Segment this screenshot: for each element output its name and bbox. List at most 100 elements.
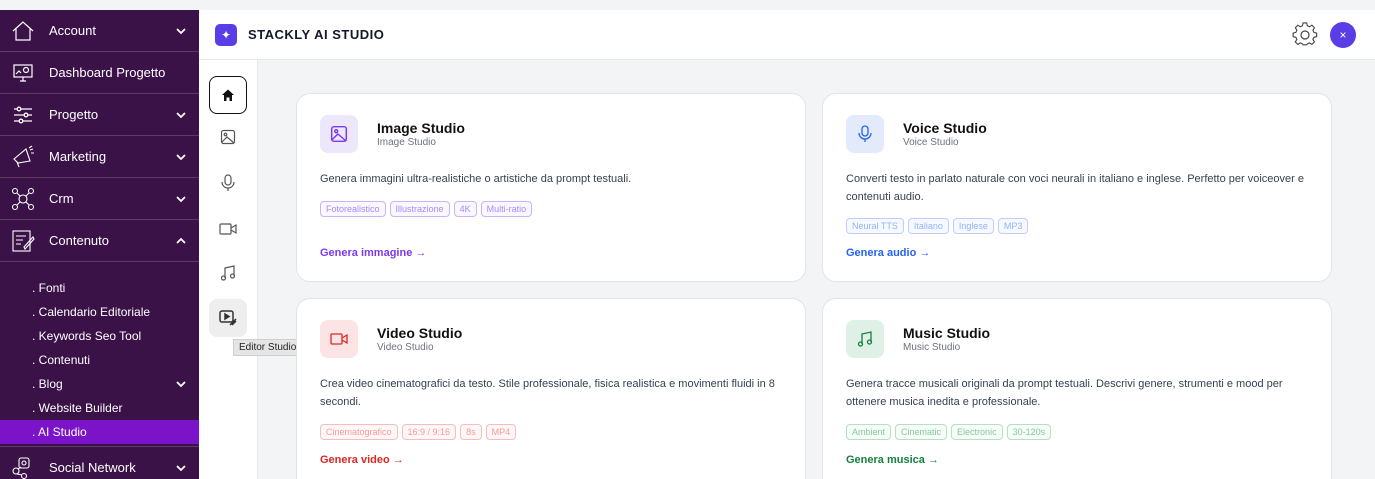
rail-voice-button[interactable] bbox=[209, 164, 247, 202]
genera-immagine-link[interactable]: Genera immagine → bbox=[320, 247, 426, 259]
card-description: Crea video cinematografici da testo. Sti… bbox=[320, 378, 775, 408]
video-camera-icon bbox=[219, 223, 237, 235]
tag: MP4 bbox=[485, 424, 517, 440]
tag: Inglese bbox=[952, 218, 994, 234]
sparkle-logo-icon: ✦ bbox=[215, 23, 237, 46]
sidebar-subitem-ai-studio[interactable]: . AI Studio bbox=[0, 420, 199, 444]
sidebar-item-social-network[interactable]: Social Network bbox=[0, 446, 199, 479]
card-subtitle: Music Studio bbox=[903, 342, 961, 353]
video-camera-icon bbox=[320, 320, 358, 358]
card-title: Music Studio bbox=[903, 325, 991, 341]
card-header: Video Studio Video Studio bbox=[320, 320, 462, 358]
tag: Cinematografico bbox=[320, 424, 398, 440]
card-description: Genera tracce musicali originali da prom… bbox=[846, 378, 1283, 408]
sidebar-subitem-label: . Calendario Editoriale bbox=[32, 305, 151, 319]
sidebar-item-dashboard[interactable]: Dashboard Progetto bbox=[0, 52, 199, 94]
sidebar: Account Dashboard Progetto Progetto Mark… bbox=[0, 0, 199, 479]
sidebar-subitem-label: . Website Builder bbox=[32, 401, 123, 415]
rail-home-button[interactable] bbox=[209, 76, 247, 114]
studio-icon-rail bbox=[199, 60, 258, 479]
card-title: Voice Studio bbox=[903, 120, 987, 136]
tag: Ambient bbox=[846, 424, 892, 440]
sidebar-item-contenuto[interactable]: Contenuto bbox=[0, 220, 199, 262]
music-studio-card[interactable]: Music Studio Music Studio Genera tracce … bbox=[822, 298, 1332, 479]
image-icon bbox=[320, 115, 358, 153]
chevron-down-icon bbox=[176, 381, 186, 388]
voice-studio-card[interactable]: Voice Studio Voice Studio Converti testo… bbox=[822, 93, 1332, 282]
chevron-down-icon bbox=[176, 111, 186, 118]
tag: Illustrazione bbox=[389, 201, 450, 217]
tag: MP3 bbox=[997, 218, 1029, 234]
card-subtitle: Image Studio bbox=[377, 137, 436, 148]
tag: 30-120s bbox=[1006, 424, 1052, 440]
rail-image-button[interactable] bbox=[209, 118, 247, 156]
sidebar-subitem-blog[interactable]: . Blog bbox=[0, 372, 199, 396]
edit-doc-icon bbox=[10, 228, 36, 254]
card-subtitle: Video Studio bbox=[377, 342, 434, 353]
monitor-icon bbox=[10, 60, 36, 86]
card-description: Converti testo in parlato naturale con v… bbox=[846, 173, 1304, 203]
tag-list: Ambient Cinematic Electronic 30-120s bbox=[846, 424, 1052, 440]
home-icon bbox=[222, 89, 234, 101]
sidebar-item-marketing[interactable]: Marketing bbox=[0, 136, 199, 178]
sidebar-subitem-label: . AI Studio bbox=[32, 425, 87, 439]
sidebar-subitem-contenuti[interactable]: . Contenuti bbox=[0, 348, 199, 372]
sidebar-item-crm[interactable]: Crm bbox=[0, 178, 199, 220]
sidebar-subitem-label: . Fonti bbox=[32, 281, 66, 295]
tag: 8s bbox=[460, 424, 482, 440]
tag: Neural TTS bbox=[846, 218, 904, 234]
card-header: Voice Studio Voice Studio bbox=[846, 115, 987, 153]
microphone-icon bbox=[221, 174, 235, 191]
close-button[interactable]: × bbox=[1330, 22, 1356, 48]
social-icon bbox=[10, 455, 36, 479]
tag: 4K bbox=[453, 201, 477, 217]
sidebar-item-label: Crm bbox=[49, 191, 74, 206]
sliders-icon bbox=[10, 102, 36, 128]
tag: Fotorealistico bbox=[320, 201, 386, 217]
app-title: STACKLY AI STUDIO bbox=[248, 27, 385, 42]
card-header: Music Studio Music Studio bbox=[846, 320, 990, 358]
sidebar-subitem-label: . Contenuti bbox=[32, 353, 91, 367]
genera-video-link[interactable]: Genera video → bbox=[320, 454, 404, 466]
tag: Cinematic bbox=[895, 424, 948, 440]
sidebar-item-label: Account bbox=[49, 23, 96, 38]
genera-musica-link[interactable]: Genera musica → bbox=[846, 454, 939, 466]
card-description: Genera immagini ultra-realistiche o arti… bbox=[320, 173, 632, 185]
tag: Italiano bbox=[907, 218, 949, 234]
chevron-up-icon bbox=[176, 237, 186, 244]
rail-video-button[interactable] bbox=[209, 210, 247, 248]
genera-audio-link[interactable]: Genera audio → bbox=[846, 247, 930, 259]
sidebar-subitem-label: . Keywords Seo Tool bbox=[32, 329, 142, 343]
sidebar-subitem-website-builder[interactable]: . Website Builder bbox=[0, 396, 199, 420]
sidebar-item-label: Contenuto bbox=[49, 233, 109, 248]
image-icon bbox=[220, 129, 236, 145]
tag: Multi-ratio bbox=[480, 201, 533, 217]
card-title: Video Studio bbox=[377, 325, 463, 341]
card-title: Image Studio bbox=[377, 120, 465, 136]
editor-studio-tooltip: Editor Studio bbox=[233, 339, 303, 356]
sidebar-subitem-fonti[interactable]: . Fonti bbox=[0, 276, 199, 300]
app-root: Account Dashboard Progetto Progetto Mark… bbox=[0, 0, 1375, 479]
chevron-down-icon bbox=[176, 153, 186, 160]
sidebar-item-label: Social Network bbox=[49, 460, 136, 475]
rail-editor-button[interactable] bbox=[209, 299, 247, 337]
chevron-down-icon bbox=[176, 195, 186, 202]
card-subtitle: Voice Studio bbox=[903, 137, 959, 148]
megaphone-icon bbox=[10, 144, 36, 170]
top-bar: ✦ STACKLY AI STUDIO × bbox=[199, 10, 1375, 60]
tag-list: Cinematografico 16:9 / 9:16 8s MP4 bbox=[320, 424, 517, 440]
sidebar-item-label: Progetto bbox=[49, 107, 99, 122]
card-header: Image Studio Image Studio bbox=[320, 115, 465, 153]
sidebar-item-label: Dashboard Progetto bbox=[49, 65, 166, 80]
people-network-icon bbox=[10, 186, 36, 212]
gear-icon[interactable] bbox=[1292, 22, 1318, 48]
sidebar-subitem-keywords[interactable]: . Keywords Seo Tool bbox=[0, 324, 199, 348]
sidebar-item-account[interactable]: Account bbox=[0, 10, 199, 52]
rail-music-button[interactable] bbox=[209, 254, 247, 292]
sidebar-subitem-calendario[interactable]: . Calendario Editoriale bbox=[0, 300, 199, 324]
video-studio-card[interactable]: Video Studio Video Studio Crea video cin… bbox=[296, 298, 806, 479]
image-studio-card[interactable]: Image Studio Image Studio Genera immagin… bbox=[296, 93, 806, 282]
sidebar-subitem-label: . Blog bbox=[32, 377, 63, 391]
tag: 16:9 / 9:16 bbox=[401, 424, 457, 440]
sidebar-item-progetto[interactable]: Progetto bbox=[0, 94, 199, 136]
